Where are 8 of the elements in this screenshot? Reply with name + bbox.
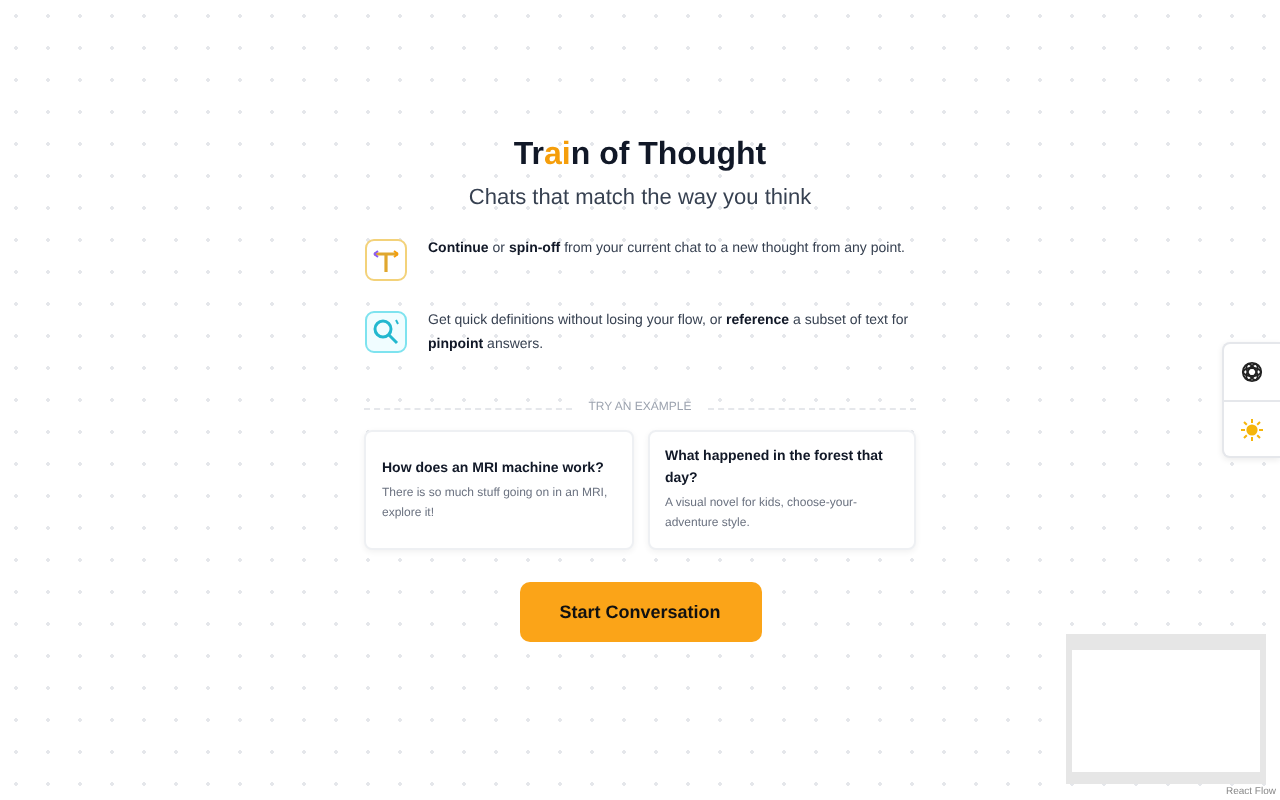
knot-icon xyxy=(1240,360,1264,384)
sun-icon xyxy=(1240,417,1264,441)
magnifier-icon xyxy=(364,310,408,354)
branch-icon xyxy=(364,238,408,282)
minimap[interactable] xyxy=(1066,634,1266,784)
start-conversation-button[interactable]: Start Conversation xyxy=(519,582,761,642)
app-title: Train of Thought xyxy=(513,136,767,176)
app-subtitle: Chats that match the way you think xyxy=(468,186,812,210)
